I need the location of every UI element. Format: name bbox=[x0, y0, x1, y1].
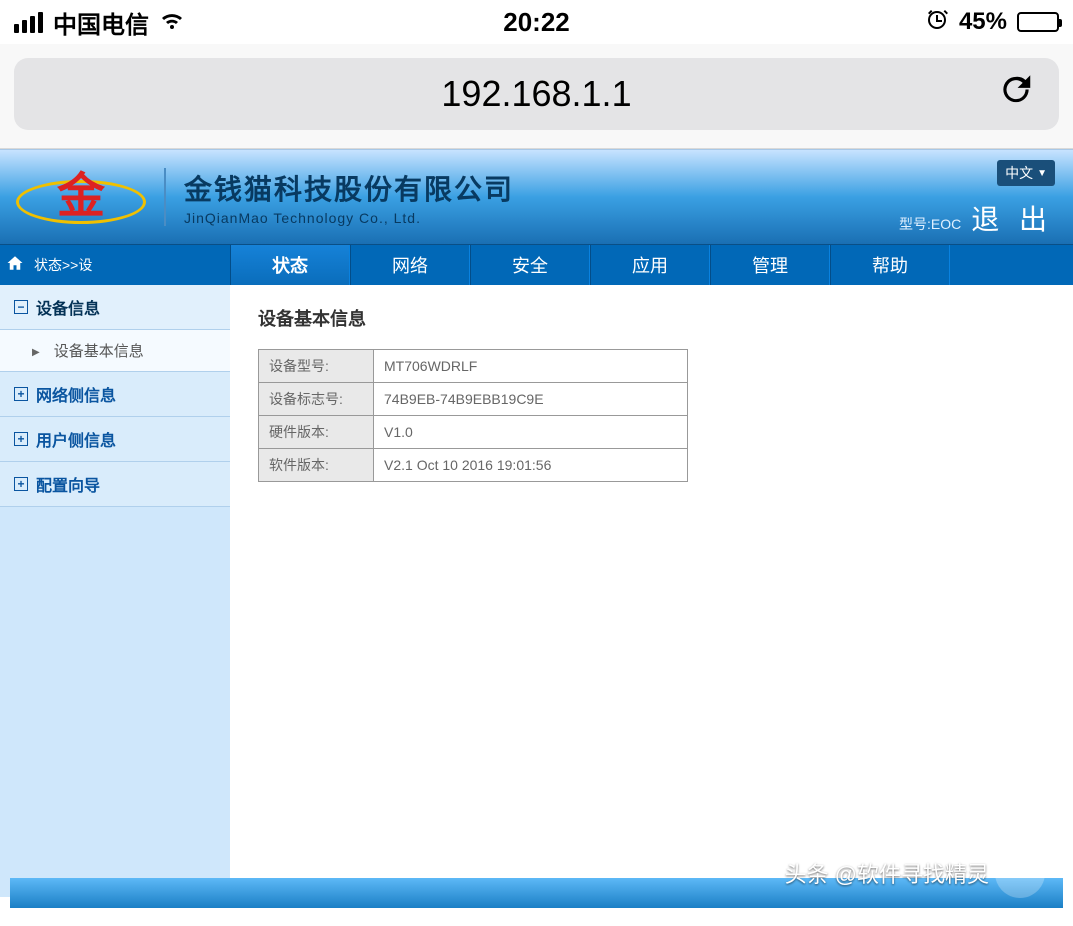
tab-help[interactable]: 帮助 bbox=[830, 245, 950, 285]
table-row: 设备型号: MT706WDRLF bbox=[259, 350, 688, 383]
battery-icon bbox=[1017, 12, 1059, 32]
expand-icon bbox=[14, 387, 28, 401]
footer-bar bbox=[10, 878, 1063, 908]
sidebar-item-user-side[interactable]: 用户侧信息 bbox=[0, 417, 230, 462]
ios-status-bar: 中国电信 20:22 45% bbox=[0, 0, 1073, 44]
sidebar-item-device-basic[interactable]: 设备基本信息 bbox=[0, 330, 230, 372]
brand-logo: 金 bbox=[16, 162, 146, 232]
tab-network[interactable]: 网络 bbox=[350, 245, 470, 285]
triangle-right-icon bbox=[32, 342, 46, 359]
language-selector[interactable]: 中文 ▼ bbox=[997, 160, 1055, 186]
main-content: 设备基本信息 设备型号: MT706WDRLF 设备标志号: 74B9EB-74… bbox=[230, 285, 1073, 897]
collapse-icon bbox=[14, 300, 28, 314]
table-row: 设备标志号: 74B9EB-74B9EBB19C9E bbox=[259, 383, 688, 416]
sidebar: 设备信息 设备基本信息 网络侧信息 用户侧信息 配置向导 bbox=[0, 285, 230, 897]
reload-button[interactable] bbox=[997, 71, 1035, 118]
tab-status[interactable]: 状态 bbox=[230, 245, 350, 285]
clock: 20:22 bbox=[0, 7, 1073, 38]
url-text: 192.168.1.1 bbox=[441, 73, 631, 115]
tab-app[interactable]: 应用 bbox=[590, 245, 710, 285]
sidebar-item-config-wizard[interactable]: 配置向导 bbox=[0, 462, 230, 507]
company-name-en: JinQianMao Technology Co., Ltd. bbox=[184, 210, 514, 226]
browser-toolbar: 192.168.1.1 bbox=[0, 44, 1073, 149]
tab-security[interactable]: 安全 bbox=[470, 245, 590, 285]
breadcrumb: 状态>>设 bbox=[0, 245, 230, 285]
chevron-down-icon: ▼ bbox=[1037, 168, 1047, 179]
company-name-cn: 金钱猫科技股份有限公司 bbox=[184, 168, 514, 208]
logout-link[interactable]: 退 出 bbox=[971, 198, 1053, 238]
sidebar-item-network-side[interactable]: 网络侧信息 bbox=[0, 372, 230, 417]
page-header: 金 金钱猫科技股份有限公司 JinQianMao Technology Co.,… bbox=[0, 149, 1073, 245]
model-label: 型号:EOC bbox=[899, 214, 961, 234]
home-icon[interactable] bbox=[6, 254, 24, 277]
page-title: 设备基本信息 bbox=[258, 305, 1045, 331]
device-info-table: 设备型号: MT706WDRLF 设备标志号: 74B9EB-74B9EBB19… bbox=[258, 349, 688, 482]
sidebar-item-device-info[interactable]: 设备信息 bbox=[0, 285, 230, 330]
table-row: 软件版本: V2.1 Oct 10 2016 19:01:56 bbox=[259, 449, 688, 482]
tab-manage[interactable]: 管理 bbox=[710, 245, 830, 285]
expand-icon bbox=[14, 477, 28, 491]
expand-icon bbox=[14, 432, 28, 446]
url-bar[interactable]: 192.168.1.1 bbox=[14, 58, 1059, 130]
main-nav: 状态>>设 状态 网络 安全 应用 管理 帮助 bbox=[0, 245, 1073, 285]
table-row: 硬件版本: V1.0 bbox=[259, 416, 688, 449]
